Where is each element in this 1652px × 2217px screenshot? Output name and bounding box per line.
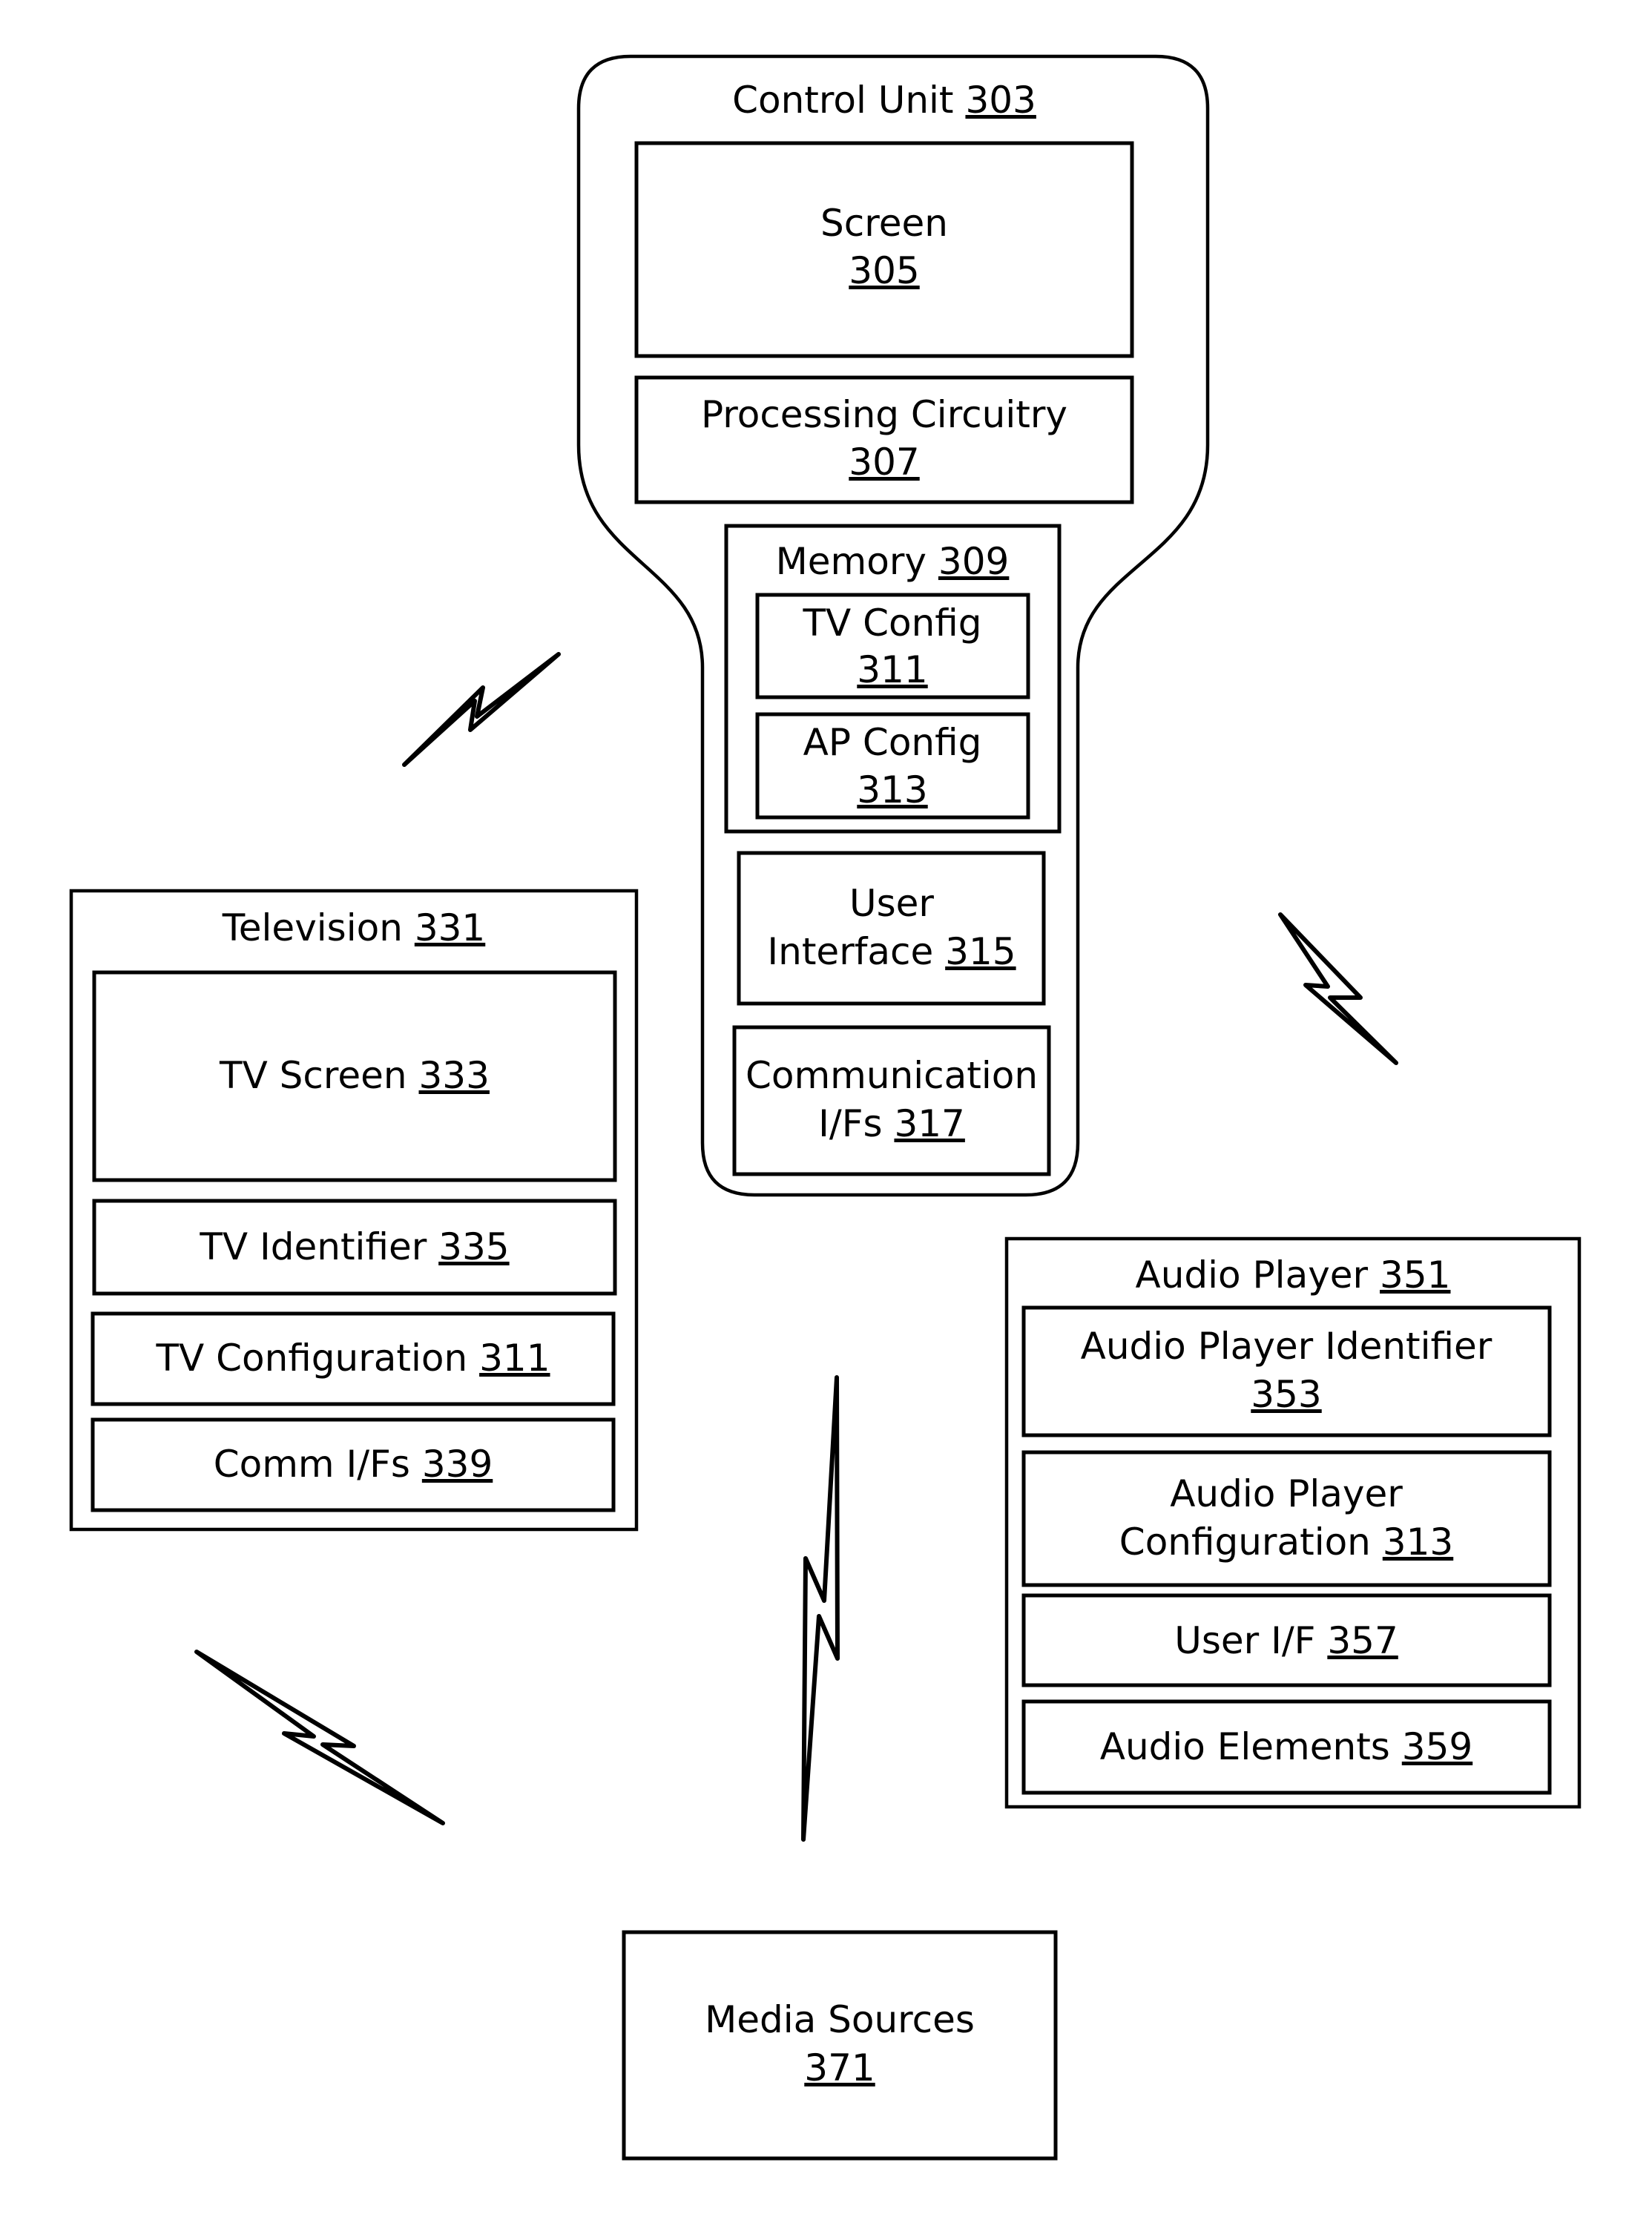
memory-box: Memory 309 TV Config 311 AP Config 313 [724,524,1062,834]
audio-player-box: Audio Player 351 Audio Player Identifier… [1004,1236,1582,1809]
tv-configuration-box: TV Configuration 311 [91,1311,616,1406]
tv-config-box: TV Config 311 [755,593,1030,699]
audio-elements-label: Audio Elements 359 [1100,1725,1472,1768]
audio-player-configuration-line1: Audio Player [1170,1472,1403,1515]
tv-configuration-label: TV Configuration 311 [155,1337,550,1380]
audio-player-user-if-box: User I/F 357 [1021,1593,1552,1687]
television-title: Television 331 [222,906,486,949]
audio-player-identifier-label: Audio Player Identifier [1081,1325,1493,1368]
user-interface-label-line2: Interface 315 [767,930,1016,973]
media-sources-ref: 371 [804,2046,875,2089]
media-sources-label: Media Sources [705,1998,975,2041]
tv-comm-ifs-box: Comm I/Fs 339 [91,1417,616,1512]
audio-player-identifier-box: Audio Player Identifier 353 [1021,1305,1552,1437]
tv-identifier-label: TV Identifier 335 [199,1225,509,1268]
audio-player-title: Audio Player 351 [1136,1254,1451,1297]
tv-identifier-box: TV Identifier 335 [92,1199,617,1296]
audio-player-identifier-ref: 353 [1251,1373,1321,1416]
tv-config-label: TV Config [802,602,981,645]
control-unit-title: Control Unit 303 [732,79,1036,122]
screen-label: Screen [820,202,948,245]
lightning-bolt-icon [194,1650,445,1825]
screen-ref: 305 [849,249,919,292]
audio-elements-box: Audio Elements 359 [1021,1699,1552,1795]
processing-label: Processing Circuitry [701,393,1067,436]
communication-label-line1: Communication [746,1054,1038,1097]
ap-config-label: AP Config [803,721,982,764]
audio-player-configuration-line2: Configuration 313 [1119,1521,1453,1564]
audio-player-user-if-label: User I/F 357 [1174,1619,1398,1662]
media-sources-box: Media Sources 371 [622,1930,1058,2161]
lightning-bolt-icon [1278,912,1398,1065]
memory-title: Memory 309 [776,540,1010,583]
lightning-bolt-icon [402,652,561,767]
audio-player-configuration-box: Audio Player Configuration 313 [1021,1450,1552,1587]
screen-box: Screen 305 [634,141,1134,358]
user-interface-label-line1: User [849,882,934,925]
communication-label-line2: I/Fs 317 [818,1102,965,1145]
lightning-bolt-icon [801,1375,840,1842]
system-diagram: Control Unit 303 Screen 305 Processing C… [69,54,1582,2161]
communication-ifs-box: Communication I/Fs 317 [732,1025,1051,1176]
user-interface-box: User Interface 315 [737,851,1046,1006]
ap-config-ref: 313 [857,768,927,811]
tv-screen-box: TV Screen 333 [92,970,617,1182]
processing-circuitry-box: Processing Circuitry 307 [634,375,1134,504]
tv-config-ref: 311 [857,648,927,691]
tv-comm-ifs-label: Comm I/Fs 339 [214,1443,493,1486]
processing-ref: 307 [849,441,919,484]
tv-screen-label: TV Screen 333 [219,1054,490,1097]
ap-config-box: AP Config 313 [755,712,1030,820]
television-box: Television 331 TV Screen 333 TV Identifi… [69,889,639,1532]
